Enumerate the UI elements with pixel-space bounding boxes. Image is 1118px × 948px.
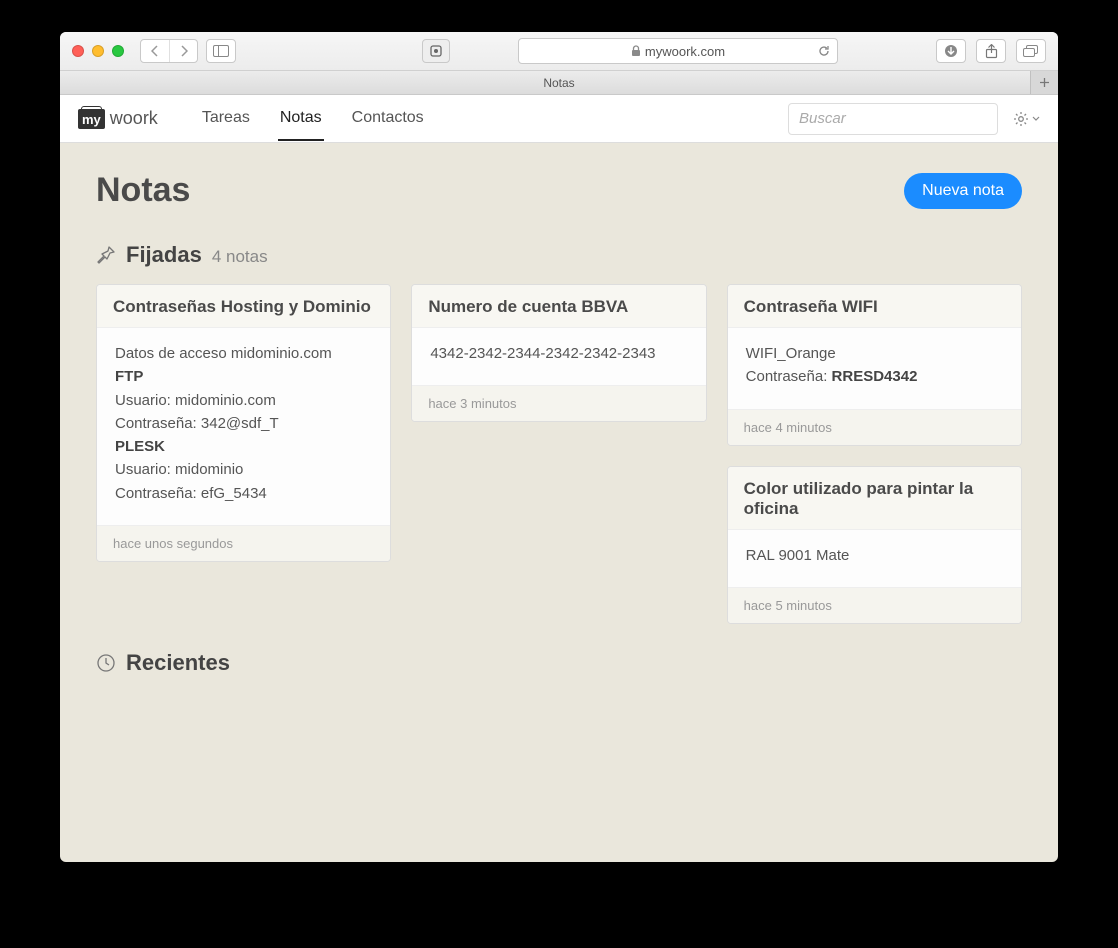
chevron-right-icon [180, 45, 188, 57]
pinned-count: 4 notas [212, 247, 268, 267]
window-close-button[interactable] [72, 45, 84, 57]
pinned-section-header: Fijadas 4 notas [96, 242, 1022, 268]
note-line: RAL 9001 Mate [746, 544, 1003, 567]
note-title: Numero de cuenta BBVA [412, 285, 705, 328]
nav-link-tareas[interactable]: Tareas [200, 97, 252, 141]
note-card[interactable]: Contraseña WIFI WIFI_Orange Contraseña: … [727, 284, 1022, 446]
pinned-notes-grid: Contraseñas Hosting y Dominio Datos de a… [96, 284, 1022, 624]
note-body: Datos de acceso midominio.com FTP Usuari… [97, 328, 390, 525]
app-navbar: my woork Tareas Notas Contactos [60, 95, 1058, 143]
note-title: Contraseñas Hosting y Dominio [97, 285, 390, 328]
logo-box: my [78, 109, 105, 129]
note-body: 4342-2342-2344-2342-2342-2343 [412, 328, 705, 385]
note-timestamp: hace unos segundos [97, 525, 390, 561]
clock-icon [96, 653, 116, 673]
new-note-button[interactable]: Nueva nota [904, 173, 1022, 209]
window-fullscreen-button[interactable] [112, 45, 124, 57]
lock-icon [631, 45, 641, 57]
traffic-lights [72, 45, 124, 57]
chrome-right-buttons [936, 39, 1046, 63]
note-line: Contraseña: efG_5434 [115, 482, 372, 505]
shield-icon [429, 44, 443, 58]
nav-right [788, 103, 1040, 135]
note-body: RAL 9001 Mate [728, 530, 1021, 587]
page-content: Notas Nueva nota Fijadas 4 notas Contras… [60, 143, 1058, 720]
chevron-down-icon [1032, 116, 1040, 121]
download-icon [944, 44, 958, 58]
forward-button[interactable] [169, 40, 197, 62]
note-title: Color utilizado para pintar la oficina [728, 467, 1021, 530]
chevron-left-icon [151, 45, 159, 57]
tabs-icon [1023, 45, 1039, 58]
share-button[interactable] [976, 39, 1006, 63]
page-title: Notas [96, 171, 190, 210]
share-icon [985, 44, 998, 59]
note-card[interactable]: Numero de cuenta BBVA 4342-2342-2344-234… [411, 284, 706, 422]
logo[interactable]: my woork [78, 108, 158, 129]
chrome-toolbar: mywoork.com [60, 32, 1058, 70]
note-body: WIFI_Orange Contraseña: RRESD4342 [728, 328, 1021, 409]
logo-text: woork [110, 108, 158, 129]
browser-window: mywoork.com Notas [60, 32, 1058, 862]
note-line: Usuario: midominio.com [115, 389, 372, 412]
note-card[interactable]: Contraseñas Hosting y Dominio Datos de a… [96, 284, 391, 562]
nav-back-forward-group [140, 39, 198, 63]
note-line: FTP [115, 365, 372, 388]
privacy-report-button[interactable] [422, 39, 450, 63]
reload-button[interactable] [817, 44, 831, 58]
url-bar[interactable]: mywoork.com [518, 38, 838, 64]
page-header: Notas Nueva nota [96, 171, 1022, 210]
sidebar-toggle-button[interactable] [206, 39, 236, 63]
tab-title[interactable]: Notas [543, 76, 574, 90]
gear-icon [1012, 110, 1030, 128]
plus-icon [1039, 77, 1050, 88]
reload-icon [817, 44, 831, 58]
nav-link-notas[interactable]: Notas [278, 97, 324, 141]
note-line: PLESK [115, 435, 372, 458]
note-timestamp: hace 3 minutos [412, 385, 705, 421]
downloads-button[interactable] [936, 39, 966, 63]
tabs-button[interactable] [1016, 39, 1046, 63]
note-line: Contraseña: RRESD4342 [746, 365, 1003, 388]
note-line: Datos de acceso midominio.com [115, 342, 372, 365]
back-button[interactable] [141, 40, 169, 62]
note-title: Contraseña WIFI [728, 285, 1021, 328]
new-tab-button[interactable] [1030, 71, 1058, 94]
note-timestamp: hace 5 minutos [728, 587, 1021, 623]
window-minimize-button[interactable] [92, 45, 104, 57]
nav-links: Tareas Notas Contactos [200, 97, 426, 141]
recent-section-header: Recientes [96, 650, 1022, 676]
note-timestamp: hace 4 minutos [728, 409, 1021, 445]
note-line: WIFI_Orange [746, 342, 1003, 365]
note-card[interactable]: Color utilizado para pintar la oficina R… [727, 466, 1022, 624]
tab-bar: Notas [60, 70, 1058, 94]
pin-icon [96, 245, 116, 265]
search-input[interactable] [788, 103, 998, 135]
url-text: mywoork.com [645, 44, 725, 59]
note-line: 4342-2342-2344-2342-2342-2343 [430, 342, 687, 365]
recent-section-title: Recientes [126, 650, 230, 676]
nav-link-contactos[interactable]: Contactos [350, 97, 426, 141]
settings-button[interactable] [1012, 110, 1040, 128]
note-line: Usuario: midominio [115, 458, 372, 481]
browser-chrome: mywoork.com Notas [60, 32, 1058, 95]
note-line: Contraseña: 342@sdf_T [115, 412, 372, 435]
panel-icon [213, 45, 229, 57]
pinned-section-title: Fijadas [126, 242, 202, 268]
